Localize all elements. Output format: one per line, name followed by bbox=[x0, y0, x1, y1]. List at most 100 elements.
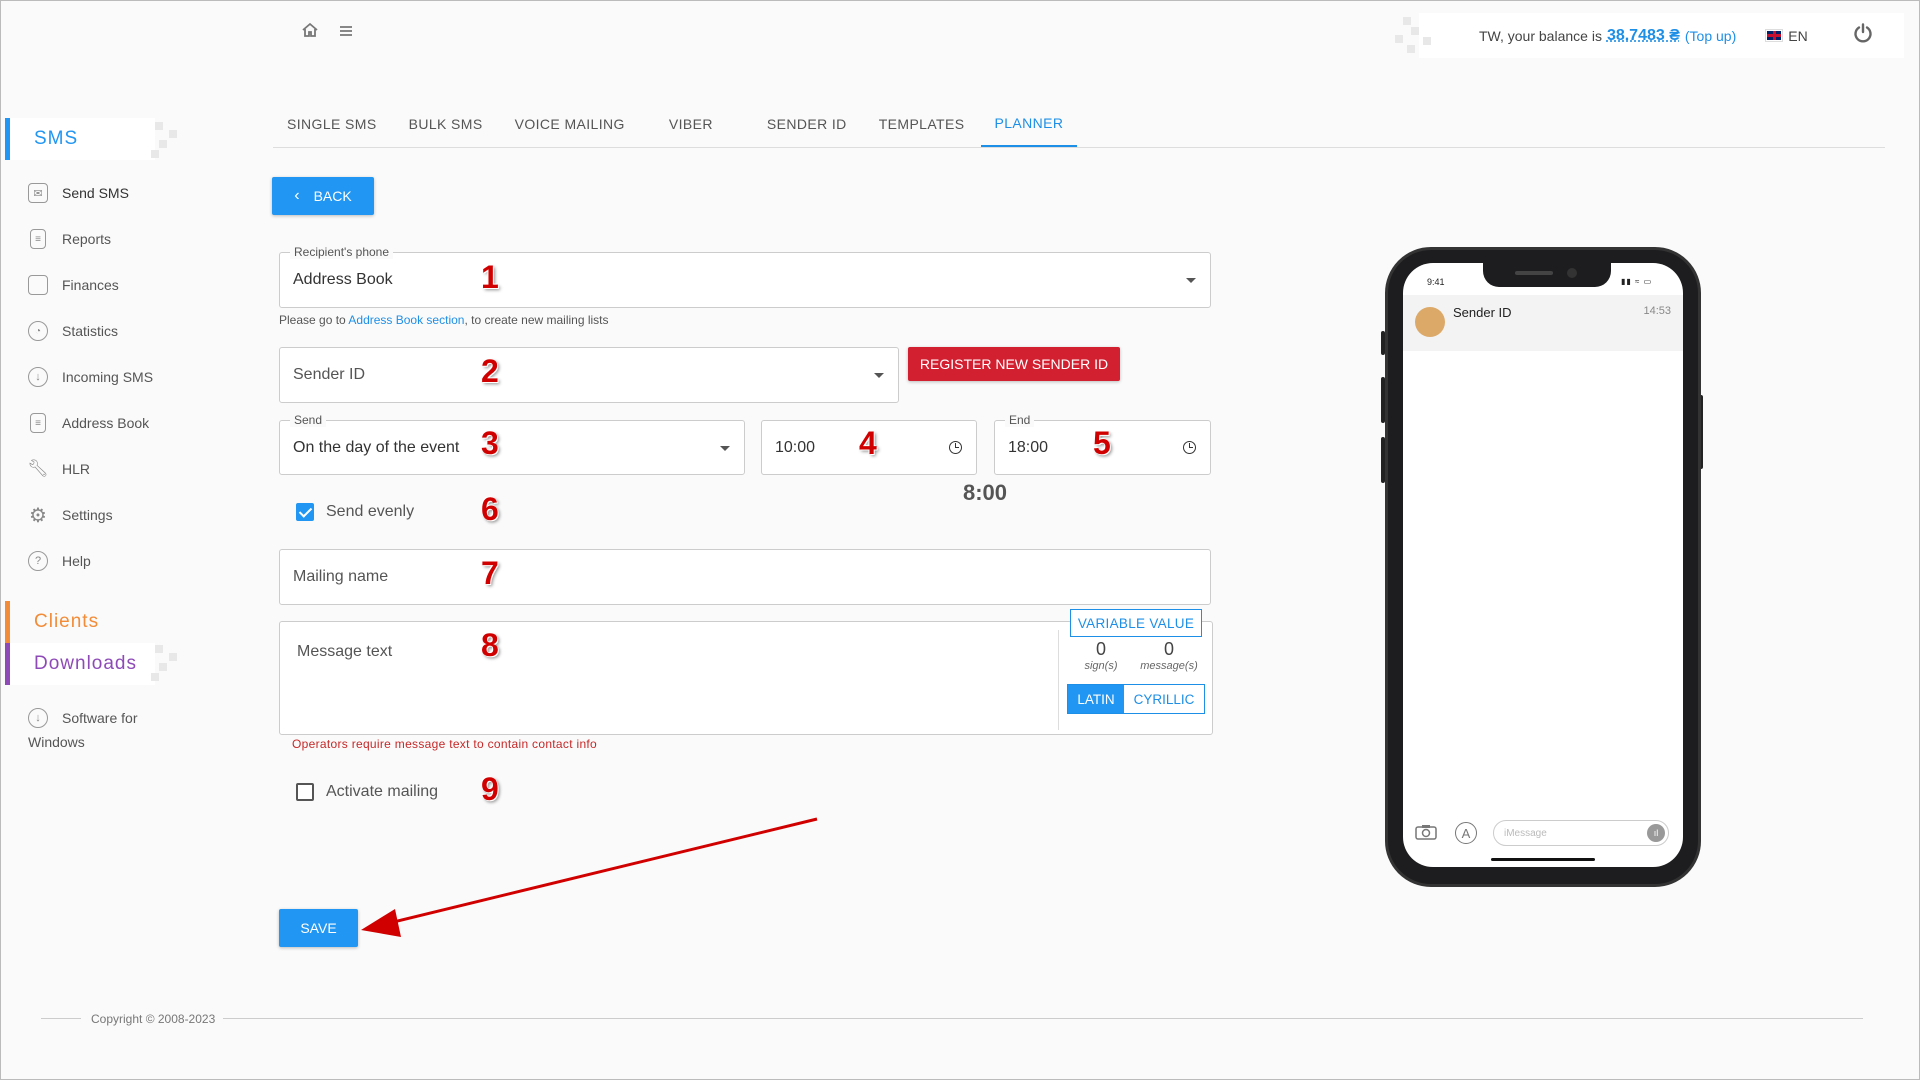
recipient-select[interactable]: Recipient's phone Address Book bbox=[279, 245, 1211, 308]
sidebar-item-label-line2: Windows bbox=[28, 734, 85, 750]
document-icon: ≡ bbox=[30, 229, 46, 249]
wrench-icon: 🔧︎ bbox=[27, 459, 49, 478]
sidebar-item-send-sms[interactable]: ✉ Send SMS bbox=[28, 183, 129, 203]
sidebar-item-label: Finances bbox=[62, 277, 119, 293]
send-evenly-label: Send evenly bbox=[326, 503, 415, 520]
phone-message-time: 14:53 bbox=[1643, 305, 1671, 317]
operators-note: Operators require message text to contai… bbox=[292, 737, 598, 751]
menu-icon[interactable] bbox=[338, 23, 354, 44]
sidebar-item-label: Help bbox=[62, 553, 91, 569]
message-text-area[interactable]: Message text bbox=[279, 621, 1213, 735]
pie-chart-icon: ◔ bbox=[28, 321, 48, 341]
sender-id-placeholder: Sender ID bbox=[293, 366, 366, 383]
sidebar-item-label: Statistics bbox=[62, 323, 119, 339]
chevron-down-icon bbox=[720, 445, 730, 451]
back-button[interactable]: ‹ BACK bbox=[272, 177, 374, 215]
tab-viber[interactable]: VIBER bbox=[655, 101, 727, 147]
send-evenly-checkbox[interactable] bbox=[296, 503, 314, 521]
send-day-value: On the day of the event bbox=[293, 438, 460, 456]
messages-label: message(s) bbox=[1140, 660, 1198, 672]
sidebar-section-downloads[interactable]: Downloads bbox=[5, 643, 155, 685]
tab-planner[interactable]: PLANNER bbox=[980, 101, 1078, 147]
signs-count: 0 bbox=[1095, 639, 1106, 659]
cyrillic-button[interactable]: CYRILLIC bbox=[1124, 685, 1204, 713]
variable-value-button[interactable]: VARIABLE VALUE bbox=[1070, 609, 1202, 637]
language-selector[interactable]: EN bbox=[1765, 27, 1808, 44]
sidebar-section-clients[interactable]: Clients bbox=[5, 601, 155, 643]
phone-sender-name: Sender ID bbox=[1453, 305, 1512, 320]
sidebar-item-incoming-sms[interactable]: ↓ Incoming SMS bbox=[28, 367, 153, 387]
message-text-placeholder: Message text bbox=[297, 643, 393, 660]
phone-message-header: Sender ID 14:53 bbox=[1403, 295, 1683, 351]
annotation-3: 3 bbox=[481, 425, 499, 461]
sidebar-item-reports[interactable]: ≡ Reports bbox=[28, 229, 111, 249]
phone-screen bbox=[1403, 263, 1683, 867]
tab-bar: SINGLE SMS BULK SMS VOICE MAILING VIBER … bbox=[273, 101, 1885, 148]
tab-bulk-sms[interactable]: BULK SMS bbox=[395, 101, 497, 147]
signs-label: sign(s) bbox=[1084, 660, 1118, 672]
phone-status-time: 9:41 bbox=[1427, 277, 1445, 287]
activate-mailing-label: Activate mailing bbox=[326, 783, 439, 800]
signal-icon: ▮▮ ≈ ▭ bbox=[1621, 277, 1653, 286]
sender-id-select[interactable]: Sender ID bbox=[279, 347, 899, 403]
annotation-1: 1 bbox=[481, 259, 499, 295]
camera-icon bbox=[1415, 824, 1437, 845]
sidebar-section-sms-label: SMS bbox=[34, 128, 79, 149]
save-button[interactable]: SAVE bbox=[279, 909, 358, 947]
tab-voice-mailing[interactable]: VOICE MAILING bbox=[501, 101, 639, 147]
imessage-input: iMessage ıl bbox=[1493, 820, 1669, 846]
balance-amount[interactable]: 38.7483 ₴ bbox=[1607, 27, 1680, 45]
clock-icon[interactable] bbox=[1183, 440, 1196, 454]
activate-mailing-checkbox[interactable] bbox=[296, 783, 314, 801]
sidebar-item-finances[interactable]: Finances bbox=[28, 275, 119, 295]
address-book-link[interactable]: Address Book section bbox=[348, 313, 464, 327]
tab-templates[interactable]: TEMPLATES bbox=[865, 101, 979, 147]
sidebar-item-hlr[interactable]: 🔧︎ HLR bbox=[27, 459, 91, 479]
annotation-7: 7 bbox=[481, 555, 499, 591]
top-up-link[interactable]: (Top up) bbox=[1685, 28, 1736, 44]
home-indicator bbox=[1491, 858, 1595, 861]
end-label: End bbox=[1005, 413, 1035, 427]
mailing-name-input[interactable]: Mailing name bbox=[279, 549, 1211, 605]
send-label: Send bbox=[290, 413, 327, 427]
sidebar-item-label: Software for bbox=[62, 710, 138, 726]
sidebar-item-address-book[interactable]: ≡ Address Book bbox=[28, 413, 149, 433]
sidebar-item-settings[interactable]: ⚙ Settings bbox=[28, 505, 113, 527]
footer-divider-right bbox=[223, 1018, 1863, 1019]
messages-count: 0 bbox=[1163, 639, 1174, 659]
chevron-down-icon bbox=[1186, 278, 1196, 283]
sidebar-item-label: HLR bbox=[62, 461, 91, 477]
phone-notch bbox=[1483, 261, 1611, 287]
envelope-icon: ✉ bbox=[28, 183, 48, 203]
latin-button[interactable]: LATIN bbox=[1068, 685, 1124, 713]
sidebar-section-sms[interactable]: SMS bbox=[5, 118, 155, 160]
register-sender-id-button[interactable]: REGISTER NEW SENDER ID bbox=[908, 347, 1120, 381]
sidebar-item-label: Send SMS bbox=[62, 185, 129, 201]
wallet-icon bbox=[28, 275, 48, 295]
clock-icon[interactable] bbox=[949, 440, 962, 454]
home-icon[interactable] bbox=[301, 21, 319, 44]
balance-label: TW, your balance is bbox=[1479, 27, 1602, 44]
sidebar-item-label: Reports bbox=[62, 231, 112, 247]
uk-flag-icon bbox=[1765, 29, 1784, 42]
audio-icon: ıl bbox=[1647, 824, 1665, 842]
annotation-2: 2 bbox=[481, 353, 499, 389]
sidebar-item-label: Incoming SMS bbox=[62, 369, 154, 385]
book-icon: ≡ bbox=[30, 413, 46, 433]
tab-sender-id[interactable]: SENDER ID bbox=[753, 101, 861, 147]
chevron-left-icon: ‹ bbox=[294, 187, 300, 204]
annotation-8: 8 bbox=[481, 627, 499, 663]
annotation-6: 6 bbox=[481, 491, 499, 527]
imessage-placeholder: iMessage bbox=[1504, 828, 1547, 839]
sidebar-item-statistics[interactable]: ◔ Statistics bbox=[28, 321, 118, 341]
sidebar-item-software[interactable]: ↓ Software for Windows bbox=[28, 708, 137, 750]
hint-text-post: , to create new mailing lists bbox=[464, 313, 609, 327]
chevron-down-icon bbox=[874, 373, 884, 378]
download-icon: ↓ bbox=[28, 708, 48, 728]
language-label: EN bbox=[1788, 27, 1808, 44]
sidebar-item-help[interactable]: ? Help bbox=[28, 551, 91, 571]
sidebar-item-label: Settings bbox=[62, 507, 113, 523]
tab-single-sms[interactable]: SINGLE SMS bbox=[273, 101, 391, 147]
power-icon[interactable] bbox=[1852, 22, 1874, 50]
send-day-select[interactable]: Send On the day of the event bbox=[279, 413, 745, 475]
